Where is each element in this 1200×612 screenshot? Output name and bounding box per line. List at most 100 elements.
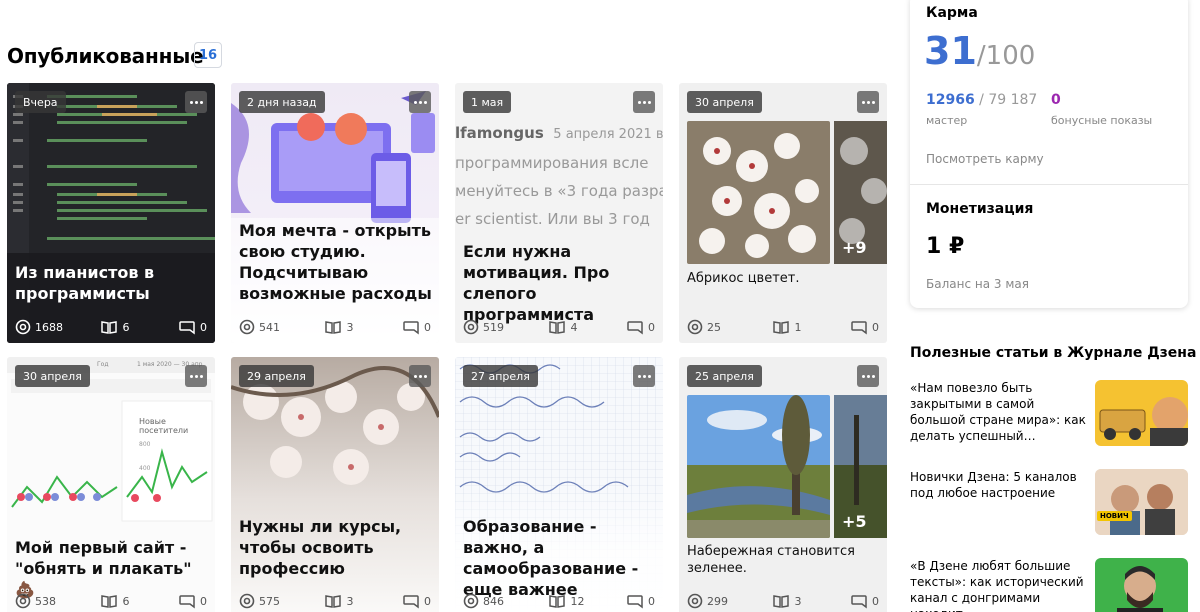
- publications-count-badge: 16: [194, 42, 222, 68]
- reads-stat: 4: [548, 319, 626, 335]
- more-options-button[interactable]: [185, 365, 207, 387]
- card-title: Если нужна мотивация. Про слепого програ…: [463, 242, 610, 324]
- card-date-badge: 1 мая: [463, 91, 512, 113]
- reads-stat: 3: [772, 593, 850, 609]
- book-icon: [773, 321, 790, 334]
- preview-new-visitors: Новые посетители: [139, 417, 189, 435]
- more-photos-count: +9: [842, 238, 867, 257]
- card-cover-text-preview: lfamongus 5 апреля 2021 в 1 программиров…: [455, 119, 663, 239]
- comments-stat: 0: [626, 593, 655, 609]
- journal-article-link[interactable]: «В Дзене любят большие тексты»: как исто…: [910, 558, 1088, 612]
- more-options-button[interactable]: [633, 365, 655, 387]
- article-card[interactable]: 27 апреля Образование - важно, а самообр…: [455, 357, 663, 612]
- views-stat: 519: [463, 319, 548, 335]
- views-count: 846: [483, 594, 504, 608]
- card-title: Из пианистов в программисты: [15, 263, 155, 303]
- preview-date: 5 апреля 2021 в 1: [553, 127, 663, 142]
- comment-icon: [627, 321, 643, 335]
- views-count: 538: [35, 594, 56, 608]
- comment-icon: [851, 595, 867, 609]
- preview-axis-value: 400: [139, 465, 151, 472]
- book-icon: [101, 595, 118, 608]
- views-stat: 541: [239, 319, 324, 335]
- card-title: Мой первый сайт - "обнять и плакать" 💩: [15, 538, 192, 599]
- card-date-badge: Вчера: [15, 91, 66, 113]
- karma-points-value: 12966: [926, 92, 975, 108]
- gallery-caption: Набережная становится зеленее.: [687, 544, 855, 576]
- card-date-badge: 29 апреля: [239, 365, 314, 387]
- preview-line: менуйтесь в «3 года разра: [455, 182, 663, 200]
- gallery-photo: [687, 395, 830, 538]
- monetization-heading: Монетизация: [926, 201, 1034, 217]
- preview-line: er scientist. Или вы 3 год: [455, 210, 650, 228]
- karma-score: 31/100: [924, 29, 1035, 73]
- comments-count: 0: [648, 320, 655, 334]
- card-date-badge: 25 апреля: [687, 365, 762, 387]
- reads-count: 12: [570, 594, 585, 608]
- article-card[interactable]: 1 мая 2020 — 30 апр Год Новые посетители…: [7, 357, 215, 612]
- eye-icon: [463, 593, 479, 609]
- comments-count: 0: [872, 320, 879, 334]
- reads-stat: 6: [100, 319, 178, 335]
- reads-count: 6: [122, 594, 130, 608]
- more-options-button[interactable]: [185, 91, 207, 113]
- comment-icon: [851, 321, 867, 335]
- more-options-button[interactable]: [857, 91, 879, 113]
- card-date-badge: 30 апреля: [687, 91, 762, 113]
- more-options-button[interactable]: [409, 91, 431, 113]
- comments-stat: 0: [178, 319, 207, 335]
- article-card[interactable]: 2 дня назад Моя мечта - открыть свою сту…: [231, 83, 439, 343]
- karma-score-max: /100: [976, 41, 1036, 71]
- reads-stat: 3: [324, 593, 402, 609]
- gallery-card[interactable]: +9 30 апреля Абрикос цветет. 25 1 0: [679, 83, 887, 343]
- gallery-card[interactable]: +5 25 апреля Набережная становится зелен…: [679, 357, 887, 612]
- more-options-button[interactable]: [857, 365, 879, 387]
- article-thumbnail[interactable]: НОВИЧ: [1095, 469, 1188, 535]
- reads-count: 3: [346, 594, 354, 608]
- book-icon: [549, 321, 566, 334]
- card-title: Нужны ли курсы, чтобы освоить профессию: [239, 517, 402, 578]
- comments-stat: 0: [850, 593, 879, 609]
- card-stats: 519 4 0: [463, 319, 655, 335]
- reads-stat: 12: [548, 593, 626, 609]
- more-options-button[interactable]: [633, 91, 655, 113]
- book-icon: [325, 595, 342, 608]
- card-stats: 1688 6 0: [15, 319, 207, 335]
- eye-icon: [239, 319, 255, 335]
- reads-count: 1: [794, 320, 802, 334]
- reads-stat: 1: [772, 319, 850, 335]
- monetization-amount: 1 ₽: [926, 234, 965, 259]
- view-karma-link[interactable]: Посмотреть карму: [926, 152, 1044, 166]
- gallery-photo: [687, 121, 830, 264]
- preview-tab-year: Год: [97, 361, 109, 368]
- karma-points: 12966 / 79 187: [926, 92, 1037, 108]
- book-icon: [549, 595, 566, 608]
- book-icon: [325, 321, 342, 334]
- card-date-badge: 27 апреля: [463, 365, 538, 387]
- more-options-button[interactable]: [409, 365, 431, 387]
- eye-icon: [239, 593, 255, 609]
- views-stat: 299: [687, 593, 772, 609]
- comments-stat: 0: [850, 319, 879, 335]
- article-card[interactable]: lfamongus 5 апреля 2021 в 1 программиров…: [455, 83, 663, 343]
- comments-count: 0: [200, 594, 207, 608]
- card-date-badge: 30 апреля: [15, 365, 90, 387]
- article-thumbnail-image: [1095, 469, 1188, 535]
- article-card[interactable]: Вчера Из пианистов в программисты 1688 6…: [7, 83, 215, 343]
- comment-icon: [403, 595, 419, 609]
- journal-article-link[interactable]: «Нам повезло быть закрытыми в самой боль…: [910, 380, 1088, 444]
- karma-points-total: / 79 187: [979, 92, 1038, 108]
- article-thumbnail[interactable]: [1095, 558, 1188, 612]
- journal-article-link[interactable]: Новички Дзена: 5 каналов под любое настр…: [910, 469, 1088, 501]
- article-card[interactable]: 29 апреля Нужны ли курсы, чтобы освоить …: [231, 357, 439, 612]
- reads-count: 3: [794, 594, 802, 608]
- eye-icon: [463, 319, 479, 335]
- comment-icon: [179, 321, 195, 335]
- reads-count: 3: [346, 320, 354, 334]
- reads-count: 6: [122, 320, 130, 334]
- card-stats: 846 12 0: [463, 593, 655, 609]
- comments-stat: 0: [402, 593, 431, 609]
- card-title: Образование - важно, а самообразование -…: [463, 517, 639, 599]
- divider: [910, 184, 1188, 185]
- article-thumbnail[interactable]: [1095, 380, 1188, 446]
